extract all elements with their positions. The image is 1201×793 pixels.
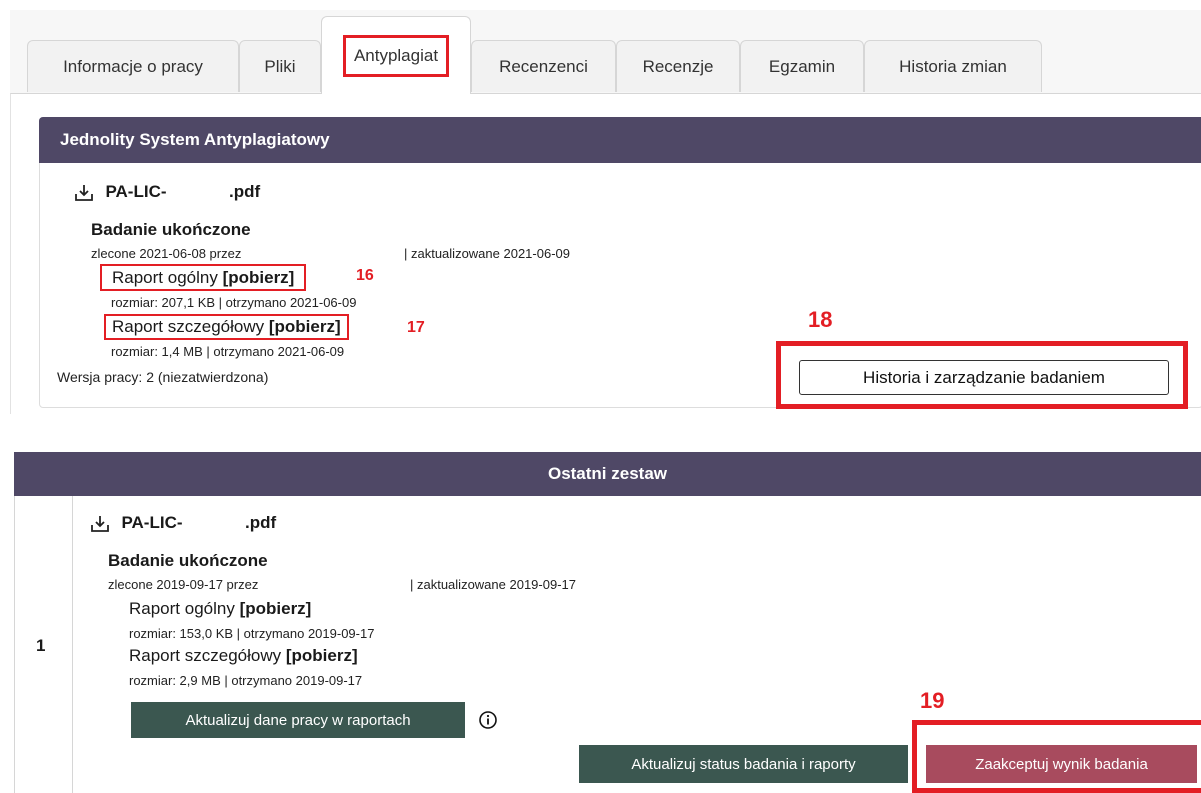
row-divider bbox=[72, 496, 73, 793]
jsa-report-detail: Raport szczegółowy [pobierz] bbox=[104, 314, 349, 340]
download-icon bbox=[75, 185, 93, 201]
tab-recenzenci[interactable]: Recenzenci bbox=[471, 40, 616, 92]
jsa-report-detail-meta: rozmiar: 1,4 MB | otrzymano 2021-06-09 bbox=[111, 344, 345, 359]
jsa-header: Jednolity System Antyplagiatowy bbox=[39, 117, 1201, 163]
last-set-header: Ostatni zestaw bbox=[14, 452, 1201, 496]
jsa-report-general-meta: rozmiar: 207,1 KB | otrzymano 2021-06-09 bbox=[111, 295, 357, 310]
jsa-file-link[interactable]: PA-LIC- .pdf bbox=[73, 182, 260, 204]
jsa-updated: | zaktualizowane 2021-06-09 bbox=[404, 246, 570, 261]
jsa-report-general: Raport ogólny [pobierz] bbox=[100, 264, 307, 291]
report-general-label: Raport ogólny bbox=[129, 599, 235, 618]
report-detail-download-link[interactable]: [pobierz] bbox=[269, 317, 341, 336]
history-and-manage-button[interactable]: Historia i zarządzanie badaniem bbox=[799, 360, 1169, 395]
last-set-report-general: Raport ogólny [pobierz] bbox=[129, 599, 311, 619]
last-set-report-general-meta: rozmiar: 153,0 KB | otrzymano 2019-09-17 bbox=[129, 626, 375, 641]
file-name-prefix: PA-LIC- bbox=[105, 182, 167, 202]
last-set-file-link[interactable]: PA-LIC- .pdf bbox=[89, 513, 276, 535]
row-number: 1 bbox=[36, 636, 46, 655]
marker-17: 17 bbox=[407, 319, 425, 336]
last-set-ordered: zlecone 2019-09-17 przez bbox=[108, 577, 259, 592]
tab-pliki[interactable]: Pliki bbox=[239, 40, 321, 92]
last-set-status: Badanie ukończone bbox=[108, 551, 268, 570]
info-icon[interactable] bbox=[478, 710, 498, 730]
report-general-label: Raport ogólny bbox=[112, 268, 218, 287]
report-detail-label: Raport szczegółowy bbox=[129, 646, 282, 665]
tab-historia-zmian[interactable]: Historia zmian bbox=[864, 40, 1042, 92]
marker-16: 16 bbox=[356, 267, 374, 284]
report-detail-label: Raport szczegółowy bbox=[112, 317, 265, 336]
last-set-report-detail-meta: rozmiar: 2,9 MB | otrzymano 2019-09-17 bbox=[129, 673, 363, 688]
update-status-button[interactable]: Aktualizuj status badania i raporty bbox=[579, 745, 908, 783]
download-icon bbox=[91, 516, 109, 532]
jsa-status: Badanie ukończone bbox=[91, 220, 251, 239]
marker-19: 19 bbox=[920, 688, 945, 713]
tab-antyplagiat[interactable]: Antyplagiat bbox=[321, 16, 471, 94]
marker-18: 18 bbox=[808, 307, 833, 332]
update-report-data-button[interactable]: Aktualizuj dane pracy w raportach bbox=[131, 702, 465, 738]
report-detail-download-link[interactable]: [pobierz] bbox=[286, 646, 358, 665]
file-name-suffix: .pdf bbox=[244, 513, 277, 533]
file-name-prefix: PA-LIC- bbox=[121, 513, 183, 533]
report-general-download-link[interactable]: [pobierz] bbox=[240, 599, 312, 618]
tab-informacje[interactable]: Informacje o pracy bbox=[27, 40, 239, 92]
tab-egzamin[interactable]: Egzamin bbox=[740, 40, 864, 92]
jsa-ordered: zlecone 2021-06-08 przez bbox=[91, 246, 242, 261]
report-general-download-link[interactable]: [pobierz] bbox=[223, 268, 295, 287]
tab-recenzje[interactable]: Recenzje bbox=[616, 40, 740, 92]
tab-antyplagiat-label: Antyplagiat bbox=[342, 35, 450, 77]
last-set-updated: | zaktualizowane 2019-09-17 bbox=[410, 577, 576, 592]
last-set-report-detail: Raport szczegółowy [pobierz] bbox=[129, 646, 358, 666]
file-name-suffix: .pdf bbox=[228, 182, 261, 202]
jsa-version: Wersja pracy: 2 (niezatwierdzona) bbox=[57, 369, 269, 385]
accept-result-button[interactable]: Zaakceptuj wynik badania bbox=[926, 745, 1197, 783]
